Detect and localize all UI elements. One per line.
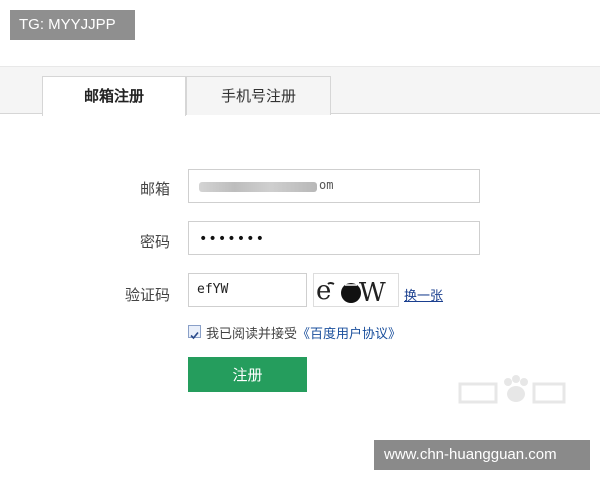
tab-phone-register[interactable]: 手机号注册 bbox=[186, 76, 331, 115]
captcha-input-value: efYW bbox=[197, 282, 229, 297]
captcha-letters-w: W bbox=[359, 278, 386, 306]
password-label: 密码 bbox=[139, 233, 170, 251]
refresh-captcha-link[interactable]: 换一张 bbox=[404, 285, 443, 304]
tab-email-register[interactable]: 邮箱注册 bbox=[42, 76, 186, 116]
agreement-text: 我已阅读并接受《百度用户协议》 bbox=[206, 323, 401, 342]
email-field[interactable]: om bbox=[188, 169, 480, 203]
captcha-graphic: e W bbox=[316, 276, 386, 306]
captcha-image: e W bbox=[313, 273, 399, 307]
watermark-bottom-right: www.chn-huangguan.com bbox=[374, 440, 590, 470]
captcha-letter-e: e bbox=[316, 276, 331, 306]
register-button[interactable]: 注册 bbox=[188, 357, 307, 392]
email-value-tail: om bbox=[319, 178, 334, 192]
captcha-label: 验证码 bbox=[124, 286, 170, 304]
watermark-top-left: TG: MYYJJPP bbox=[10, 10, 135, 40]
tab-bar: 邮箱注册 手机号注册 bbox=[0, 66, 600, 116]
agreement-prefix: 我已阅读并接受 bbox=[206, 327, 298, 342]
password-field[interactable]: ••••••• bbox=[188, 221, 480, 255]
email-label: 邮箱 bbox=[139, 180, 170, 198]
captcha-input[interactable]: efYW bbox=[188, 273, 307, 307]
baidu-logo-watermark bbox=[458, 370, 568, 410]
user-agreement-link[interactable]: 《百度用户协议》 bbox=[297, 327, 401, 342]
checkmark-icon bbox=[190, 331, 199, 340]
password-mask: ••••••• bbox=[199, 231, 266, 247]
blurred-email-text bbox=[199, 182, 317, 192]
agreement-checkbox[interactable] bbox=[188, 325, 201, 340]
